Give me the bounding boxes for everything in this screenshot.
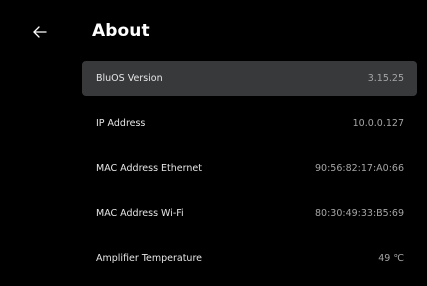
row-mac-wifi[interactable]: MAC Address Wi-Fi 80:30:49:33:B5:69	[82, 196, 417, 231]
row-ip-address[interactable]: IP Address 10.0.0.127	[82, 106, 417, 141]
row-value: 80:30:49:33:B5:69	[314, 208, 404, 219]
row-label: BluOS Version	[96, 73, 163, 84]
row-label: MAC Address Wi-Fi	[96, 208, 184, 219]
row-value: 3.15.25	[367, 73, 404, 84]
row-value: 10.0.0.127	[352, 118, 404, 129]
page-title: About	[92, 21, 150, 41]
row-value: 90:56:82:17:A0:66	[315, 163, 404, 174]
row-label: IP Address	[96, 118, 146, 129]
row-label: MAC Address Ethernet	[96, 163, 202, 174]
row-value: 49 ℃	[378, 253, 404, 264]
row-mac-ethernet[interactable]: MAC Address Ethernet 90:56:82:17:A0:66	[82, 151, 417, 186]
row-bluos-version[interactable]: BluOS Version 3.15.25	[82, 61, 417, 96]
row-amplifier-temperature[interactable]: Amplifier Temperature 49 ℃	[82, 241, 417, 276]
back-button[interactable]	[28, 20, 52, 44]
row-label: Amplifier Temperature	[96, 253, 202, 264]
arrow-left-icon	[33, 26, 47, 38]
about-info-list: BluOS Version 3.15.25 IP Address 10.0.0.…	[82, 61, 417, 286]
